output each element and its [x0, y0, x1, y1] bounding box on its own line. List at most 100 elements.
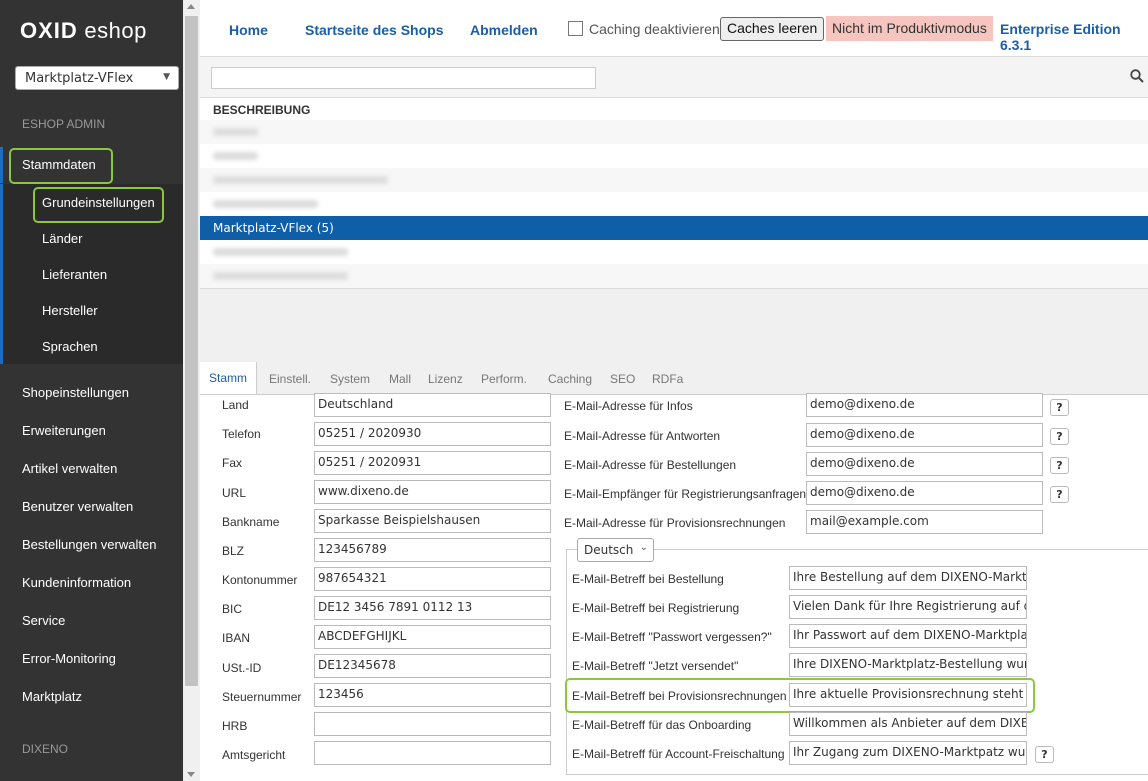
- nav-bestellungen-verwalten[interactable]: Bestellungen verwalten: [0, 527, 183, 563]
- list-item[interactable]: [200, 168, 1148, 192]
- help-icon[interactable]: ?: [1050, 457, 1069, 474]
- scroll-down-icon[interactable]: [187, 772, 195, 777]
- selected-shop-label: Marktplatz-VFlex (5): [213, 221, 334, 235]
- home-link[interactable]: Home: [229, 22, 268, 38]
- label-email-bestellungen: E-Mail-Adresse für Bestellungen: [564, 458, 737, 472]
- shop-select[interactable]: Marktplatz-VFlex ▼: [15, 66, 179, 90]
- tab-mall[interactable]: Mall: [389, 372, 411, 386]
- input-subject-passwort[interactable]: Ihr Passwort auf dem DIXENO-Marktplatz: [789, 624, 1027, 648]
- sub-item-sprachen[interactable]: Sprachen: [42, 339, 98, 354]
- label-email-infos: E-Mail-Adresse für Infos: [564, 399, 693, 413]
- input-subject-freischaltung[interactable]: Ihr Zugang zum DIXENO-Marktpatz wurde: [789, 741, 1027, 765]
- oxid-logo[interactable]: OXID eshop: [20, 18, 147, 44]
- list-item[interactable]: [200, 144, 1148, 168]
- language-select[interactable]: Deutsch ⌄: [577, 538, 654, 562]
- caching-checkbox[interactable]: [568, 21, 583, 36]
- section-eshop-admin: ESHOP ADMIN: [22, 117, 106, 131]
- input-subject-onboarding[interactable]: Willkommen als Anbieter auf dem DIXENO: [789, 712, 1027, 736]
- input-blz[interactable]: 123456789: [314, 538, 551, 562]
- label-kontonummer: Kontonummer: [222, 573, 298, 587]
- help-icon[interactable]: ?: [1050, 399, 1069, 416]
- shop-select-value: Marktplatz-VFlex: [25, 71, 134, 86]
- nav-marktplatz[interactable]: Marktplatz: [0, 679, 183, 715]
- nav-shopeinstellungen[interactable]: Shopeinstellungen: [0, 375, 183, 411]
- label-subject-bestellung: E-Mail-Betreff bei Bestellung: [572, 572, 724, 586]
- label-subject-passwort: E-Mail-Betreff "Passwort vergessen?": [572, 630, 772, 644]
- input-ust-id[interactable]: DE12345678: [314, 654, 551, 678]
- nav-artikel-verwalten[interactable]: Artikel verwalten: [0, 451, 183, 487]
- input-subject-registrierung[interactable]: Vielen Dank für Ihre Registrierung auf d…: [789, 595, 1027, 619]
- mode-badge: Nicht im Produktivmodus: [826, 16, 993, 41]
- edition-label: Enterprise Edition 6.3.1: [1000, 21, 1121, 53]
- input-subject-versendet[interactable]: Ihre DIXENO-Marktplatz-Bestellung wurde: [789, 653, 1027, 677]
- list-item-selected[interactable]: Marktplatz-VFlex (5): [200, 216, 1148, 240]
- chevron-down-icon: ⌄: [639, 542, 648, 553]
- sub-item-lieferanten[interactable]: Lieferanten: [42, 267, 107, 282]
- section-dixeno: DIXENO: [22, 742, 69, 756]
- tab-bar: Stamm Einstell. System Mall Lizenz Perfo…: [200, 362, 1148, 395]
- input-email-provisionsrechnungen[interactable]: mail@example.com: [806, 510, 1043, 534]
- input-kontonummer[interactable]: 987654321: [314, 567, 551, 591]
- highlight-provisionsrechnungen: [565, 678, 1035, 713]
- tab-seo[interactable]: SEO: [610, 372, 635, 386]
- input-email-antworten[interactable]: demo@dixeno.de: [806, 423, 1043, 447]
- input-email-bestellungen[interactable]: demo@dixeno.de: [806, 452, 1043, 476]
- label-subject-freischaltung: E-Mail-Betreff für Account-Freischaltung: [572, 747, 785, 761]
- tab-system[interactable]: System: [330, 372, 370, 386]
- input-fax[interactable]: 05251 / 2020931: [314, 451, 551, 475]
- list-item[interactable]: [200, 264, 1148, 288]
- input-url[interactable]: www.dixeno.de: [314, 480, 551, 504]
- shop-start-link[interactable]: Startseite des Shops: [305, 22, 444, 38]
- input-subject-bestellung[interactable]: Ihre Bestellung auf dem DIXENO-Marktplat…: [789, 566, 1027, 590]
- label-url: URL: [222, 486, 247, 500]
- input-bankname[interactable]: Sparkasse Beispielshausen: [314, 509, 551, 533]
- nav-error-monitoring[interactable]: Error-Monitoring: [0, 641, 183, 677]
- list-item[interactable]: [200, 240, 1148, 264]
- nav-kundeninformation[interactable]: Kundeninformation: [0, 565, 183, 601]
- input-iban[interactable]: ABCDEFGHIJKL: [314, 625, 551, 649]
- scrollbar-thumb[interactable]: [185, 16, 198, 686]
- tab-perform[interactable]: Perform.: [481, 372, 527, 386]
- language-select-value: Deutsch: [584, 543, 634, 557]
- input-hrb[interactable]: [314, 712, 551, 736]
- label-hrb: HRB: [222, 719, 248, 733]
- label-email-antworten: E-Mail-Adresse für Antworten: [564, 429, 721, 443]
- tab-caching[interactable]: Caching: [548, 372, 592, 386]
- input-bic[interactable]: DE12 3456 7891 0112 13: [314, 596, 551, 620]
- tab-rdfa[interactable]: RDFa: [652, 372, 683, 386]
- search-input[interactable]: [211, 67, 596, 89]
- chevron-down-icon: ▼: [163, 72, 170, 82]
- logout-link[interactable]: Abmelden: [470, 22, 538, 38]
- list-item[interactable]: [200, 192, 1148, 216]
- scroll-up-icon[interactable]: [187, 4, 195, 9]
- top-navigation: Home Startseite des Shops Abmelden Cachi…: [200, 0, 1148, 57]
- input-amtsgericht[interactable]: [314, 741, 551, 765]
- input-email-registrierungsanfragen[interactable]: demo@dixeno.de: [806, 481, 1043, 505]
- nav-benutzer-verwalten[interactable]: Benutzer verwalten: [0, 489, 183, 525]
- nav-erweiterungen[interactable]: Erweiterungen: [0, 413, 183, 449]
- input-land[interactable]: Deutschland: [314, 393, 551, 417]
- search-icon[interactable]: [1130, 69, 1144, 83]
- label-fax: Fax: [222, 456, 243, 470]
- help-icon[interactable]: ?: [1050, 486, 1069, 503]
- input-telefon[interactable]: 05251 / 2020930: [314, 422, 551, 446]
- label-blz: BLZ: [222, 544, 245, 558]
- label-subject-registrierung: E-Mail-Betreff bei Registrierung: [572, 601, 740, 615]
- input-email-infos[interactable]: demo@dixeno.de: [806, 393, 1043, 417]
- help-icon[interactable]: ?: [1050, 428, 1069, 445]
- sidebar-scrollbar[interactable]: [183, 0, 200, 781]
- sub-item-hersteller[interactable]: Hersteller: [42, 303, 98, 318]
- label-subject-versendet: E-Mail-Betreff "Jetzt versendet": [572, 659, 739, 673]
- list-item[interactable]: [200, 120, 1148, 144]
- tab-lizenz[interactable]: Lizenz: [428, 372, 463, 386]
- sub-item-laender[interactable]: Länder: [42, 231, 82, 246]
- tab-einstell[interactable]: Einstell.: [269, 372, 311, 386]
- label-bic: BIC: [222, 602, 243, 616]
- label-amtsgericht: Amtsgericht: [222, 748, 286, 762]
- input-steuernummer[interactable]: 123456: [314, 683, 551, 707]
- help-icon[interactable]: ?: [1035, 746, 1054, 763]
- clear-caches-button[interactable]: Caches leeren: [720, 17, 825, 41]
- nav-service[interactable]: Service: [0, 603, 183, 639]
- label-iban: IBAN: [222, 631, 251, 645]
- tab-stamm[interactable]: Stamm: [200, 362, 258, 394]
